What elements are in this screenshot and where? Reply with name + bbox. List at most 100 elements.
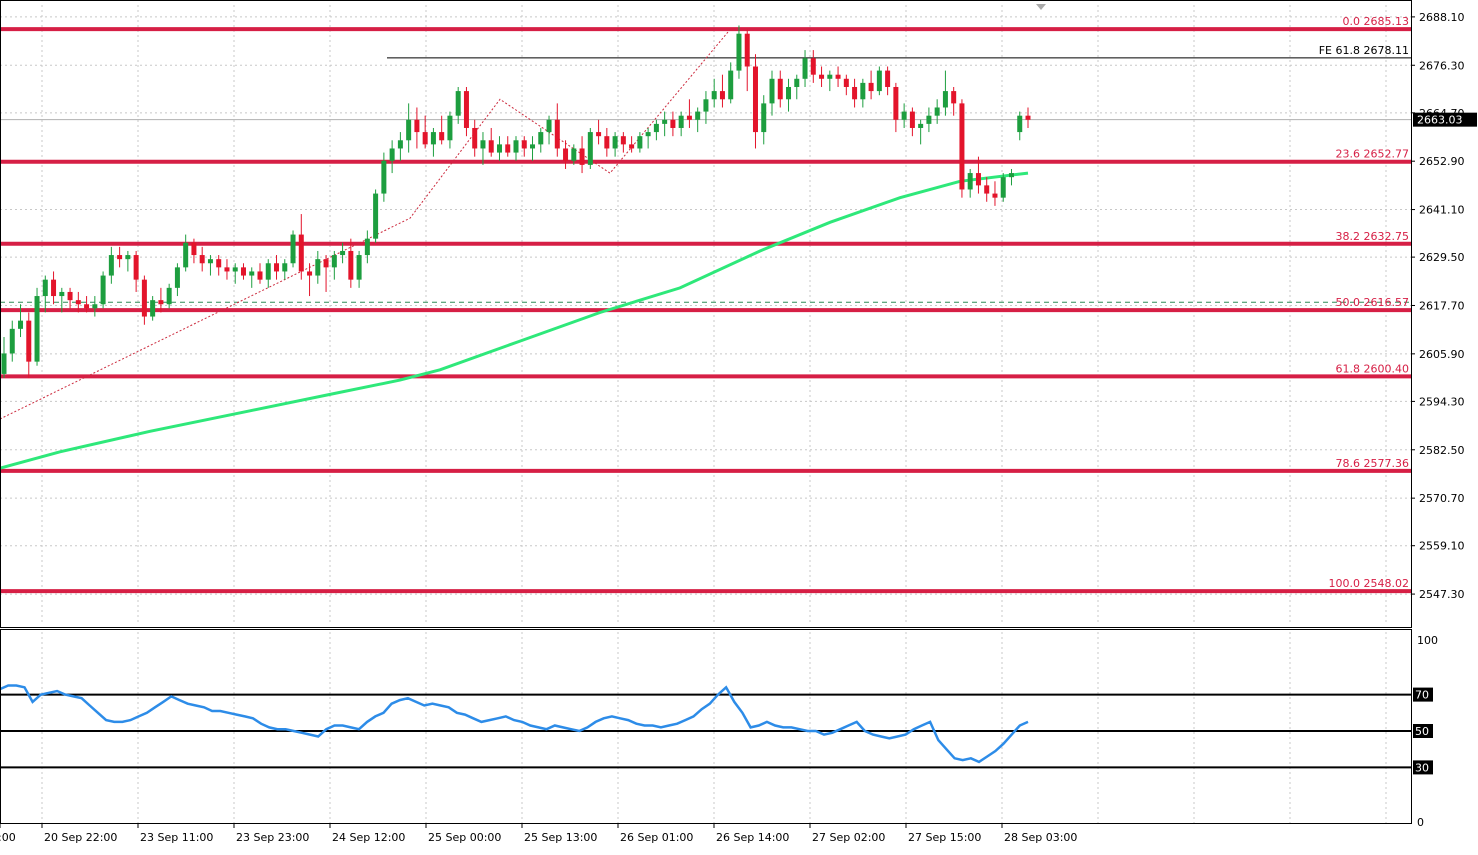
candle-body [298, 234, 304, 272]
candle-body [975, 173, 981, 186]
price-tick-label: 2676.30 [1419, 59, 1465, 72]
candle-body [620, 136, 626, 145]
price-tick-label: 2547.30 [1419, 588, 1465, 601]
candle-body [166, 287, 172, 305]
price-tick-label: 2559.10 [1419, 540, 1465, 553]
candle-body [587, 132, 593, 165]
candle-body [901, 111, 907, 120]
candle-body [496, 144, 502, 153]
candle-body [364, 238, 370, 256]
candle-body [1000, 177, 1006, 198]
candle-body [885, 70, 891, 87]
candle-body [1025, 115, 1031, 120]
candle-body [538, 132, 544, 145]
candle-body [356, 255, 362, 280]
candle-body [513, 140, 519, 153]
time-tick-label: 26 Sep 01:00 [620, 831, 693, 844]
candle-body [75, 300, 81, 305]
rsi-level-label: 30 [1415, 761, 1429, 774]
time-tick-label: 27 Sep 15:00 [908, 831, 981, 844]
time-tick-label: 25 Sep 00:00 [428, 831, 501, 844]
chart-svg: 0.0 2685.13 23.6 2652.77 38.2 2632.75 50.0 … [0, 0, 1477, 844]
candle-body [406, 119, 412, 141]
price-tick-label: 2641.10 [1419, 204, 1465, 217]
candles [1, 25, 1031, 379]
price-tick-label: 2688.10 [1419, 11, 1465, 24]
candle-body [282, 263, 288, 272]
candle-body [942, 91, 948, 108]
candle-body [786, 86, 792, 100]
time-tick-label: 0:00 [0, 831, 16, 844]
candle-body [554, 119, 560, 149]
price-tick-label: 2629.50 [1419, 251, 1465, 264]
candle-body [414, 119, 420, 133]
candle-body [472, 127, 478, 149]
candle-body [934, 107, 940, 116]
candle-body [439, 132, 445, 141]
candle-body [158, 300, 164, 305]
candle-body [794, 78, 800, 87]
time-tick-label: 25 Sep 13:00 [524, 831, 597, 844]
candle-body [290, 234, 296, 264]
candle-body [191, 242, 197, 256]
rsi-level-label: 50 [1415, 725, 1429, 738]
rsi-panel-border [0, 629, 1412, 824]
time-tick-label: 23 Sep 11:00 [140, 831, 213, 844]
candle-body [752, 66, 758, 133]
candle-body [530, 144, 536, 149]
candle-body [777, 78, 783, 100]
candle-body [150, 300, 156, 317]
candle-body [703, 99, 709, 112]
candle-body [42, 279, 48, 297]
candle-body [686, 115, 692, 120]
candle-body [852, 86, 858, 100]
rsi-level-label: 70 [1415, 689, 1429, 702]
candle-body [670, 119, 676, 128]
candle-body [174, 267, 180, 288]
candle-body [183, 242, 189, 268]
candle-body [653, 123, 659, 133]
price-tick-label: 2617.70 [1419, 299, 1465, 312]
current-price-label: 2663.03 [1417, 114, 1463, 127]
candle-body [117, 255, 123, 260]
candle-body [761, 103, 767, 133]
candle-body [546, 119, 552, 133]
candle-body [744, 33, 750, 67]
candle-body [1, 353, 7, 374]
candle-body [34, 296, 40, 362]
candle-body [232, 267, 238, 272]
candle-body [216, 259, 222, 268]
candle-body [265, 263, 271, 280]
candle-body [389, 148, 395, 161]
candle-body [959, 103, 965, 190]
moving-average-line [0, 171, 1029, 470]
chart-frame [0, 0, 1412, 824]
candle-body [637, 136, 643, 149]
candle-body [447, 115, 453, 141]
candle-body [480, 140, 486, 149]
candle-body [563, 148, 569, 161]
candle-body [579, 148, 585, 165]
candle-body [967, 173, 973, 190]
candle-body [59, 291, 65, 297]
fib-level-label: 78.6 2577.36 [1336, 457, 1409, 470]
rsi-tick-label: 100 [1417, 634, 1438, 647]
candle-body [843, 78, 849, 87]
candle-body [249, 271, 255, 276]
candle-body [100, 275, 106, 305]
candle-body [992, 193, 998, 198]
candle-body [810, 58, 816, 75]
candle-body [199, 255, 205, 264]
candle-body [67, 291, 73, 301]
candle-body [918, 123, 924, 128]
candle-body [951, 91, 957, 104]
candle-body [505, 144, 511, 153]
time-tick-label: 24 Sep 12:00 [332, 831, 405, 844]
candle-body [736, 33, 742, 71]
candle-body [18, 320, 24, 329]
price-tick-label: 2570.70 [1419, 492, 1465, 505]
candle-body [645, 132, 651, 137]
zigzag-dotted-line [0, 29, 731, 420]
candle-body [893, 86, 899, 120]
candle-body [240, 267, 246, 276]
